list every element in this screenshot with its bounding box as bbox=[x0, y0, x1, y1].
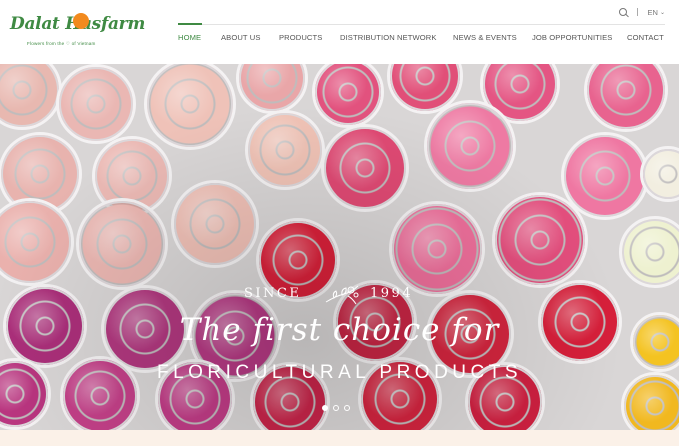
search-icon[interactable] bbox=[618, 8, 627, 16]
slider-pagination bbox=[322, 405, 350, 411]
chevron-down-icon: ⌄ bbox=[659, 9, 665, 16]
hero-headline: The first choice for bbox=[179, 312, 500, 348]
since-row: SINCE 1994 bbox=[0, 285, 679, 305]
sun-icon bbox=[73, 13, 89, 29]
nav-item-home[interactable]: HOME bbox=[178, 33, 201, 42]
language-label: EN bbox=[647, 7, 658, 17]
top-utility-bar: EN ⌄ bbox=[618, 6, 665, 18]
nav-item-products[interactable]: PRODUCTS bbox=[279, 33, 322, 42]
since-label: SINCE bbox=[244, 286, 302, 301]
slider-dot[interactable] bbox=[322, 405, 328, 411]
nav-item-news-events[interactable]: NEWS & EVENTS bbox=[453, 33, 517, 42]
slider-dot[interactable] bbox=[333, 405, 339, 411]
hero-subheadline: FLORICULTURAL PRODUCTS bbox=[156, 362, 523, 383]
brand-tagline: Flowers from the ♡ of Vietnam bbox=[27, 41, 96, 46]
brand-logo[interactable]: Dalat Hasfarm Flowers from the ♡ of Viet… bbox=[10, 12, 145, 52]
nav-item-contact[interactable]: CONTACT bbox=[627, 33, 664, 42]
slider-dot[interactable] bbox=[344, 405, 350, 411]
footer-strip bbox=[0, 430, 679, 446]
flower-ornament-icon bbox=[325, 285, 359, 305]
language-selector[interactable]: EN ⌄ bbox=[648, 8, 665, 17]
nav-active-indicator bbox=[178, 23, 202, 25]
nav-item-distribution-network[interactable]: DISTRIBUTION NETWORK bbox=[340, 33, 437, 42]
nav-item-about-us[interactable]: ABOUT US bbox=[221, 33, 260, 42]
hero-slider[interactable]: SINCE 1994 The first choice for FLORICUL… bbox=[0, 64, 679, 430]
divider bbox=[636, 8, 638, 16]
nav-divider bbox=[178, 24, 665, 25]
nav-item-job-opportunities[interactable]: JOB OPPORTUNITIES bbox=[532, 33, 612, 42]
founding-year: 1994 bbox=[370, 286, 414, 301]
site-header: Dalat Hasfarm Flowers from the ♡ of Viet… bbox=[0, 0, 679, 64]
